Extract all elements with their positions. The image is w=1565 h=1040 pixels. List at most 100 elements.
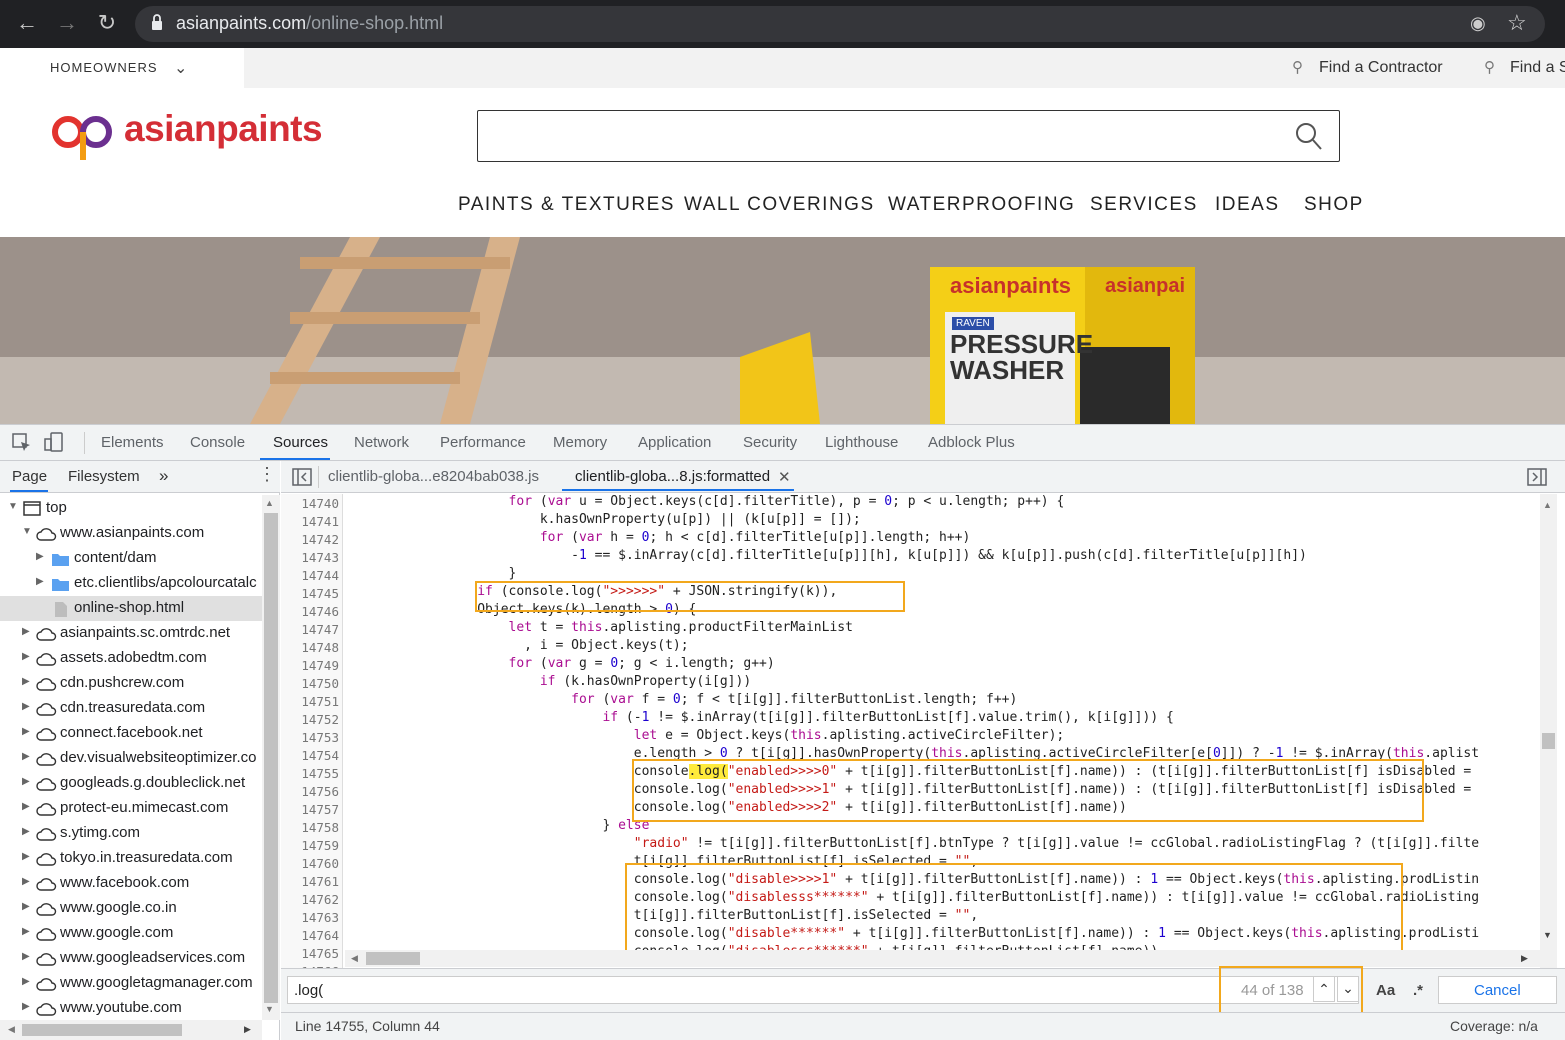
navigator-hscrollbar-thumb[interactable]: [22, 1024, 182, 1036]
tree-item[interactable]: ▶ dev.visualwebsiteoptimizer.co: [0, 746, 262, 771]
tree-item[interactable]: ▶ www.google.com: [0, 921, 262, 946]
nav-waterproofing[interactable]: WATERPROOFING: [888, 194, 1075, 216]
tab-lighthouse[interactable]: Lighthouse: [825, 434, 898, 451]
line-number[interactable]: 14756: [281, 784, 339, 799]
device-toolbar-icon[interactable]: [44, 431, 64, 453]
tree-item[interactable]: ▶ assets.adobedtm.com: [0, 646, 262, 671]
tab-adblock-plus[interactable]: Adblock Plus: [928, 434, 1015, 451]
tab-performance[interactable]: Performance: [440, 434, 526, 451]
chevron-down-icon[interactable]: ⌄: [174, 58, 187, 78]
tree-item[interactable]: ▶ s.ytimg.com: [0, 821, 262, 846]
code-line[interactable]: let t = this.aplisting.productFilterMain…: [352, 620, 853, 635]
collapsed-triangle-icon[interactable]: ▶: [22, 826, 30, 837]
line-number[interactable]: 14744: [281, 568, 339, 583]
collapsed-triangle-icon[interactable]: ▶: [22, 676, 30, 687]
collapsed-triangle-icon[interactable]: ▶: [22, 951, 30, 962]
url-text[interactable]: asianpaints.com/online-shop.html: [176, 13, 443, 34]
code-line[interactable]: if (-1 != $.inArray(t[i[g]].filterButton…: [352, 710, 1173, 725]
file-tab-clientlib-min[interactable]: clientlib-globa...e8204bab038.js: [328, 468, 539, 485]
scroll-right-icon[interactable]: ▶: [1521, 953, 1528, 964]
line-number[interactable]: 14755: [281, 766, 339, 781]
camera-blocked-icon[interactable]: ◉: [1470, 13, 1486, 34]
code-line[interactable]: for (var f = 0; f < t[i[g]].filterButton…: [352, 692, 1017, 707]
bookmark-star-icon[interactable]: ☆: [1507, 10, 1527, 36]
tree-item[interactable]: ▶ www.googleadservices.com: [0, 946, 262, 971]
collapsed-triangle-icon[interactable]: ▶: [22, 626, 30, 637]
back-arrow-icon[interactable]: ←: [14, 10, 40, 36]
nav-ideas[interactable]: IDEAS: [1215, 194, 1280, 216]
navigator-tab-page[interactable]: Page: [12, 468, 47, 485]
nav-paints-textures[interactable]: PAINTS & TEXTURES: [458, 194, 675, 216]
tree-item[interactable]: ▶ asianpaints.sc.omtrdc.net: [0, 621, 262, 646]
code-line[interactable]: } else: [352, 818, 649, 833]
collapsed-triangle-icon[interactable]: ▶: [36, 551, 44, 562]
line-number[interactable]: 14745: [281, 586, 339, 601]
tree-item[interactable]: ▶ www.googletagmanager.com: [0, 971, 262, 996]
code-line[interactable]: for (var u = Object.keys(c[d].filterTitl…: [352, 494, 1065, 509]
line-number[interactable]: 14749: [281, 658, 339, 673]
scroll-down-icon[interactable]: ▼: [1543, 930, 1552, 940]
more-tabs-icon[interactable]: »: [159, 466, 168, 486]
code-line[interactable]: , i = Object.keys(t);: [352, 638, 688, 653]
collapsed-triangle-icon[interactable]: ▶: [22, 751, 30, 762]
code-line[interactable]: for (var h = 0; h < c[d].filterTitle[u[p…: [352, 530, 971, 545]
line-number[interactable]: 14762: [281, 892, 339, 907]
search-icon[interactable]: [1295, 121, 1323, 151]
line-number[interactable]: 14761: [281, 874, 339, 889]
navigator-tab-filesystem[interactable]: Filesystem: [68, 468, 140, 485]
code-line[interactable]: let e = Object.keys(this.aplisting.activ…: [352, 728, 1065, 743]
tree-item[interactable]: ▶ www.facebook.com: [0, 871, 262, 896]
editor-vscrollbar-thumb[interactable]: [1542, 733, 1555, 749]
collapsed-triangle-icon[interactable]: ▶: [22, 976, 30, 987]
collapsed-triangle-icon[interactable]: ▶: [22, 876, 30, 887]
scroll-right-icon[interactable]: ▶: [244, 1024, 251, 1035]
code-line[interactable]: -1 == $.inArray(c[d].filterTitle[u[p]][h…: [352, 548, 1307, 563]
find-store-link[interactable]: Find a S: [1510, 59, 1565, 77]
line-number[interactable]: 14760: [281, 856, 339, 871]
line-number[interactable]: 14754: [281, 748, 339, 763]
line-number[interactable]: 14765: [281, 946, 339, 961]
editor-vscrollbar[interactable]: [1540, 494, 1557, 968]
asianpaints-logo-text[interactable]: asianpaints: [124, 108, 323, 150]
tree-item[interactable]: ▶ cdn.treasuredata.com: [0, 696, 262, 721]
scroll-left-icon[interactable]: ◀: [351, 953, 358, 964]
tree-item[interactable]: ▶ etc.clientlibs/apcolourcatalc: [0, 571, 262, 596]
tree-item[interactable]: ▶ protect-eu.mimecast.com: [0, 796, 262, 821]
collapsed-triangle-icon[interactable]: ▶: [22, 776, 30, 787]
homeowners-dropdown[interactable]: HOMEOWNERS: [50, 60, 158, 75]
site-search-input[interactable]: [477, 110, 1340, 162]
tab-network[interactable]: Network: [354, 434, 409, 451]
asianpaints-logo-icon[interactable]: [50, 108, 118, 164]
collapsed-triangle-icon[interactable]: ▶: [22, 1001, 30, 1012]
code-line[interactable]: k.hasOwnProperty(u[p]) || (k[u[p]] = [])…: [352, 512, 861, 527]
collapsed-triangle-icon[interactable]: ▶: [22, 651, 30, 662]
tab-sources[interactable]: Sources: [273, 434, 328, 451]
collapsed-triangle-icon[interactable]: ▶: [22, 901, 30, 912]
close-tab-icon[interactable]: ✕: [778, 468, 791, 486]
line-number[interactable]: 14757: [281, 802, 339, 817]
scroll-left-icon[interactable]: ◀: [8, 1024, 15, 1035]
collapsed-triangle-icon[interactable]: ▶: [22, 926, 30, 937]
nav-shop[interactable]: SHOP: [1304, 194, 1364, 216]
tab-security[interactable]: Security: [743, 434, 797, 451]
toggle-debugger-icon[interactable]: [1527, 468, 1547, 486]
line-number[interactable]: 14740: [281, 496, 339, 511]
line-number[interactable]: 14747: [281, 622, 339, 637]
toggle-navigator-icon[interactable]: [292, 468, 312, 486]
find-input[interactable]: .log(: [287, 976, 1359, 1004]
line-number[interactable]: 14748: [281, 640, 339, 655]
line-number[interactable]: 14746: [281, 604, 339, 619]
forward-arrow-icon[interactable]: →: [54, 10, 80, 36]
inspect-element-icon[interactable]: [12, 433, 32, 453]
find-contractor-link[interactable]: Find a Contractor: [1319, 59, 1443, 77]
scroll-up-icon[interactable]: ▲: [265, 498, 274, 508]
expanded-triangle-icon[interactable]: ▼: [22, 526, 32, 537]
tree-item[interactable]: ▶ www.google.co.in: [0, 896, 262, 921]
tree-item[interactable]: ▶ googleads.g.doubleclick.net: [0, 771, 262, 796]
collapsed-triangle-icon[interactable]: ▶: [22, 801, 30, 812]
tab-elements[interactable]: Elements: [101, 434, 164, 451]
line-number[interactable]: 14758: [281, 820, 339, 835]
line-number[interactable]: 14742: [281, 532, 339, 547]
nav-services[interactable]: SERVICES: [1090, 194, 1198, 216]
tab-console[interactable]: Console: [190, 434, 245, 451]
